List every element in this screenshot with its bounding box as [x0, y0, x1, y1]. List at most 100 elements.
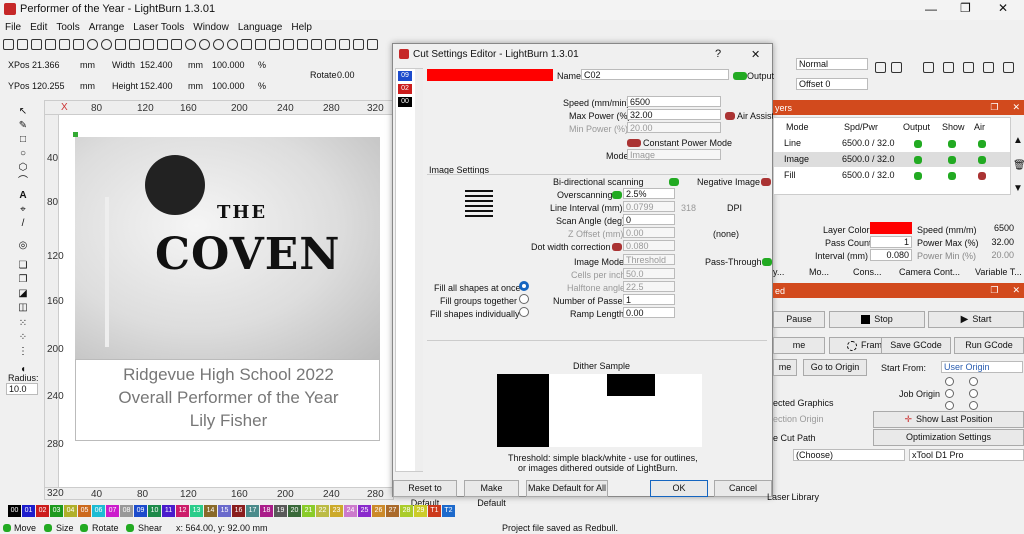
show-last-position-button[interactable]: ✛ Show Last Position [873, 411, 1024, 428]
palette-swatch[interactable]: 19 [274, 505, 287, 517]
origin-radio[interactable] [945, 401, 954, 410]
bidir-toggle[interactable] [669, 178, 679, 186]
text-block[interactable]: Ridgevue High School 2022 Overall Perfor… [75, 359, 380, 441]
width-input[interactable]: 152.400 [140, 60, 173, 70]
layer-row[interactable]: Fill 6500.0 / 32.0 [774, 168, 1010, 183]
polygon-tool-icon[interactable]: ⬡ [17, 162, 29, 174]
optimization-settings-button[interactable]: Optimization Settings [873, 429, 1024, 446]
palette-swatch[interactable]: T1 [428, 505, 441, 517]
row-show-toggle[interactable] [948, 172, 956, 180]
overscan-toggle[interactable] [612, 191, 622, 199]
layer-row[interactable]: Line 6500.0 / 32.0 [774, 136, 1010, 151]
palette-swatch[interactable]: 29 [414, 505, 427, 517]
text-tool-icon[interactable]: A [17, 190, 29, 202]
zoom-out-icon[interactable] [199, 38, 210, 50]
palette-swatch[interactable]: 25 [358, 505, 371, 517]
rotate-toggle[interactable] [80, 524, 88, 532]
interval-input[interactable]: 0.080 [870, 249, 912, 261]
dots-tool-icon[interactable]: ⁘ [17, 332, 29, 344]
palette-swatch[interactable]: 26 [372, 505, 385, 517]
choose-select[interactable]: (Choose) [793, 449, 905, 461]
ok-button[interactable]: OK [650, 480, 708, 497]
make-default-button[interactable]: Make Default [464, 480, 519, 508]
float-icon[interactable]: ❐ [990, 285, 998, 296]
menu-file[interactable]: File [5, 22, 21, 33]
artwork-image[interactable]: THE COVEN [75, 137, 380, 359]
tools-icon[interactable] [283, 38, 294, 50]
palette-swatch[interactable]: T2 [442, 505, 455, 517]
go-to-origin-button[interactable]: Go to Origin [803, 359, 867, 376]
redo-icon[interactable] [101, 38, 112, 50]
menu-help[interactable]: Help [291, 22, 312, 33]
row-air-toggle[interactable] [978, 172, 986, 180]
output-toggle[interactable] [733, 72, 747, 80]
layer-row[interactable]: Image 6500.0 / 32.0 [774, 152, 1010, 167]
row-show-toggle[interactable] [948, 156, 956, 164]
zoom-fit-icon[interactable] [213, 38, 224, 50]
palette-swatch[interactable]: 06 [92, 505, 105, 517]
node-edit-icon[interactable] [339, 38, 350, 50]
align-tool-icon[interactable]: ⋮ [17, 346, 29, 358]
zoom-page-icon[interactable] [227, 38, 238, 50]
speed-input[interactable]: 6500 [982, 223, 1014, 233]
weld-icon[interactable] [367, 38, 378, 50]
maxpower-input[interactable]: 32.00 [980, 237, 1014, 247]
delete-icon[interactable] [157, 38, 168, 50]
circle-tool-icon[interactable]: ◎ [17, 240, 29, 252]
close-panel-icon[interactable]: ✕ [1012, 102, 1020, 113]
position-tool-icon[interactable]: ⌖ [17, 204, 29, 216]
import-icon[interactable] [59, 38, 70, 50]
origin-radio[interactable] [945, 377, 954, 386]
origin-radio[interactable] [969, 401, 978, 410]
select-tool-icon[interactable]: ↖ [17, 106, 29, 118]
ramp-input[interactable]: 0.00 [623, 307, 675, 318]
cpm-toggle[interactable] [627, 139, 641, 147]
arrow-down-icon[interactable]: ▼ [1013, 183, 1023, 194]
radius-input[interactable]: 10.0 [6, 383, 38, 395]
home-button-2[interactable]: me [773, 359, 797, 376]
menu-arrange[interactable]: Arrange [89, 22, 125, 33]
monitor-icon[interactable] [255, 38, 266, 50]
menu-window[interactable]: Window [193, 22, 229, 33]
size-toggle[interactable] [44, 524, 52, 532]
palette-swatch[interactable]: 01 [22, 505, 35, 517]
home-button[interactable]: me [773, 337, 825, 354]
tab-variable[interactable]: Variable T... [975, 267, 1022, 277]
minpower-input[interactable]: 20.00 [980, 250, 1014, 260]
save-gcode-button[interactable]: Save GCode [881, 337, 951, 354]
row-mode[interactable]: Line [784, 138, 801, 148]
menu-laser-tools[interactable]: Laser Tools [133, 22, 184, 33]
dotwidth-toggle[interactable] [612, 243, 622, 251]
scale-width-input[interactable]: 100.000 [212, 60, 245, 70]
tab-cons[interactable]: Cons... [853, 267, 899, 277]
origin-radio[interactable] [969, 377, 978, 386]
layer-list-scrollbar[interactable] [415, 69, 423, 471]
close-panel-icon[interactable]: ✕ [1012, 285, 1020, 296]
flip-icon[interactable] [325, 38, 336, 50]
pass-through-toggle[interactable] [762, 258, 772, 266]
dotwidth-input[interactable]: 0.080 [623, 240, 675, 251]
start-button[interactable]: ▶ Start [928, 311, 1024, 328]
undo-icon[interactable] [87, 38, 98, 50]
dialog-close-button[interactable]: ✕ [751, 48, 760, 61]
design-canvas[interactable]: X 80 120 160 200 240 280 320 40 80 120 1… [44, 100, 394, 500]
palette-swatch[interactable]: 12 [176, 505, 189, 517]
float-icon[interactable]: ❐ [990, 102, 998, 113]
palette-swatch[interactable]: 20 [288, 505, 301, 517]
menu-tools[interactable]: Tools [56, 22, 79, 33]
weld-tool-icon[interactable]: ◫ [17, 302, 29, 314]
palette-swatch[interactable]: 11 [162, 505, 175, 517]
run-gcode-button[interactable]: Run GCode [954, 337, 1024, 354]
measure-tool-icon[interactable]: / [17, 218, 29, 230]
paste-icon[interactable] [143, 38, 154, 50]
speed-input[interactable]: 6500 [627, 96, 721, 107]
palette-swatch[interactable]: 23 [330, 505, 343, 517]
save-file-icon[interactable] [31, 38, 42, 50]
cursor-icon[interactable] [353, 38, 364, 50]
row-output-toggle[interactable] [914, 172, 922, 180]
move-icon[interactable] [171, 38, 182, 50]
selection-handle[interactable] [73, 132, 78, 137]
layer-00[interactable]: 00 [398, 97, 412, 107]
palette-swatch[interactable]: 15 [218, 505, 231, 517]
palette-swatch[interactable]: 17 [246, 505, 259, 517]
